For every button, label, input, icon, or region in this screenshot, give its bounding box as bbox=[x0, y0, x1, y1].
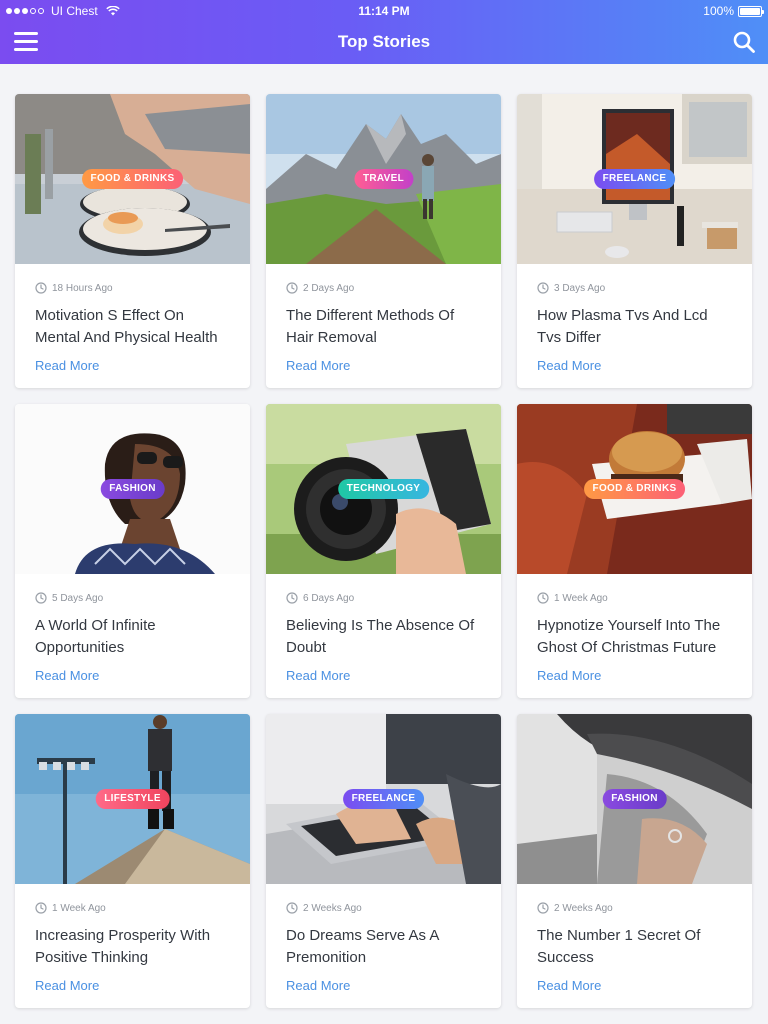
card-title[interactable]: The Different Methods Of Hair Removal bbox=[286, 305, 481, 349]
card-time: 3 Days Ago bbox=[554, 282, 606, 294]
category-tag[interactable]: TRAVEL bbox=[353, 169, 414, 189]
card-time: 6 Days Ago bbox=[303, 592, 355, 604]
read-more-link[interactable]: Read More bbox=[35, 668, 99, 683]
card-time: 2 Weeks Ago bbox=[554, 902, 613, 914]
status-time: 11:14 PM bbox=[358, 4, 410, 18]
read-more-link[interactable]: Read More bbox=[537, 668, 601, 683]
woman-sunglasses-photo: FASHION bbox=[15, 404, 250, 574]
nav-bar: Top Stories bbox=[0, 20, 768, 64]
card-title[interactable]: The Number 1 Secret Of Success bbox=[537, 925, 732, 969]
desk-computer-photo: FREELANCE bbox=[517, 94, 752, 264]
clock-icon bbox=[537, 592, 549, 604]
battery-icon bbox=[738, 5, 764, 17]
card-body: 3 Days Ago How Plasma Tvs And Lcd Tvs Di… bbox=[517, 264, 752, 375]
read-more-link[interactable]: Read More bbox=[537, 358, 601, 373]
card-title[interactable]: Do Dreams Serve As A Premonition bbox=[286, 925, 481, 969]
mountain-hiker-photo: TRAVEL bbox=[266, 94, 501, 264]
card-body: 1 Week Ago Increasing Prosperity With Po… bbox=[15, 884, 250, 995]
food-plate-photo: FOOD & DRINKS bbox=[15, 94, 250, 264]
card-title[interactable]: How Plasma Tvs And Lcd Tvs Differ bbox=[537, 305, 732, 349]
story-card[interactable]: FASHION 5 Days Ago A World Of Infinite O… bbox=[15, 404, 250, 698]
card-meta: 2 Weeks Ago bbox=[537, 901, 732, 915]
card-meta: 1 Week Ago bbox=[537, 591, 732, 605]
read-more-link[interactable]: Read More bbox=[286, 978, 350, 993]
story-card[interactable]: FOOD & DRINKS 18 Hours Ago Motivation S … bbox=[15, 94, 250, 388]
clock-icon bbox=[286, 902, 298, 914]
card-meta: 2 Weeks Ago bbox=[286, 901, 481, 915]
story-card[interactable]: FOOD & DRINKS 1 Week Ago Hypnotize Yours… bbox=[517, 404, 752, 698]
card-title[interactable]: A World Of Infinite Opportunities bbox=[35, 615, 230, 659]
card-time: 2 Days Ago bbox=[303, 282, 355, 294]
clock-icon bbox=[286, 592, 298, 604]
card-body: 2 Weeks Ago Do Dreams Serve As A Premoni… bbox=[266, 884, 501, 995]
card-body: 5 Days Ago A World Of Infinite Opportuni… bbox=[15, 574, 250, 685]
read-more-link[interactable]: Read More bbox=[286, 668, 350, 683]
card-title[interactable]: Increasing Prosperity With Positive Thin… bbox=[35, 925, 230, 969]
card-body: 6 Days Ago Believing Is The Absence Of D… bbox=[266, 574, 501, 685]
battery-percent: 100% bbox=[703, 4, 734, 18]
status-right: 100% bbox=[703, 4, 764, 18]
story-grid: FOOD & DRINKS 18 Hours Ago Motivation S … bbox=[15, 94, 752, 1008]
clock-icon bbox=[286, 282, 298, 294]
card-time: 5 Days Ago bbox=[52, 592, 104, 604]
read-more-link[interactable]: Read More bbox=[35, 358, 99, 373]
story-card[interactable]: TRAVEL 2 Days Ago The Different Methods … bbox=[266, 94, 501, 388]
clock-icon bbox=[537, 902, 549, 914]
page-title: Top Stories bbox=[337, 32, 431, 51]
card-body: 1 Week Ago Hypnotize Yourself Into The G… bbox=[517, 574, 752, 685]
category-tag[interactable]: FOOD & DRINKS bbox=[81, 169, 184, 189]
category-tag[interactable]: FREELANCE bbox=[593, 169, 676, 189]
card-meta: 1 Week Ago bbox=[35, 901, 230, 915]
card-title[interactable]: Hypnotize Yourself Into The Ghost Of Chr… bbox=[537, 615, 732, 659]
card-time: 2 Weeks Ago bbox=[303, 902, 362, 914]
card-body: 18 Hours Ago Motivation S Effect On Ment… bbox=[15, 264, 250, 375]
category-tag[interactable]: FASHION bbox=[100, 479, 165, 499]
card-title[interactable]: Believing Is The Absence Of Doubt bbox=[286, 615, 481, 659]
card-time: 18 Hours Ago bbox=[52, 282, 113, 294]
clock-icon bbox=[537, 282, 549, 294]
read-more-link[interactable]: Read More bbox=[35, 978, 99, 993]
card-body: 2 Days Ago The Different Methods Of Hair… bbox=[266, 264, 501, 375]
card-meta: 6 Days Ago bbox=[286, 591, 481, 605]
card-meta: 3 Days Ago bbox=[537, 281, 732, 295]
card-title[interactable]: Motivation S Effect On Mental And Physic… bbox=[35, 305, 230, 349]
read-more-link[interactable]: Read More bbox=[286, 358, 350, 373]
category-tag[interactable]: FASHION bbox=[602, 789, 667, 809]
card-meta: 2 Days Ago bbox=[286, 281, 481, 295]
card-meta: 5 Days Ago bbox=[35, 591, 230, 605]
hat-woman-photo: FASHION bbox=[517, 714, 752, 884]
category-tag[interactable]: FREELANCE bbox=[342, 789, 425, 809]
camera-hand-photo: TECHNOLOGY bbox=[266, 404, 501, 574]
category-tag[interactable]: TECHNOLOGY bbox=[337, 479, 430, 499]
status-bar: UI Chest 11:14 PM 100% bbox=[0, 0, 768, 20]
clock-icon bbox=[35, 902, 47, 914]
man-rooftop-photo: LIFESTYLE bbox=[15, 714, 250, 884]
story-card[interactable]: FREELANCE 2 Weeks Ago Do Dreams Serve As… bbox=[266, 714, 501, 1008]
category-tag[interactable]: FOOD & DRINKS bbox=[583, 479, 686, 499]
search-icon[interactable] bbox=[732, 30, 756, 54]
card-meta: 18 Hours Ago bbox=[35, 281, 230, 295]
read-more-link[interactable]: Read More bbox=[537, 978, 601, 993]
story-card[interactable]: LIFESTYLE 1 Week Ago Increasing Prosperi… bbox=[15, 714, 250, 1008]
laptop-typing-photo: FREELANCE bbox=[266, 714, 501, 884]
category-tag[interactable]: LIFESTYLE bbox=[95, 789, 170, 809]
top-bar: UI Chest 11:14 PM 100% Top Stories bbox=[0, 0, 768, 64]
card-time: 1 Week Ago bbox=[554, 592, 608, 604]
card-body: 2 Weeks Ago The Number 1 Secret Of Succe… bbox=[517, 884, 752, 995]
clock-icon bbox=[35, 282, 47, 294]
burger-box-photo: FOOD & DRINKS bbox=[517, 404, 752, 574]
clock-icon bbox=[35, 592, 47, 604]
story-card[interactable]: FREELANCE 3 Days Ago How Plasma Tvs And … bbox=[517, 94, 752, 388]
story-card[interactable]: FASHION 2 Weeks Ago The Number 1 Secret … bbox=[517, 714, 752, 1008]
card-time: 1 Week Ago bbox=[52, 902, 106, 914]
story-card[interactable]: TECHNOLOGY 6 Days Ago Believing Is The A… bbox=[266, 404, 501, 698]
